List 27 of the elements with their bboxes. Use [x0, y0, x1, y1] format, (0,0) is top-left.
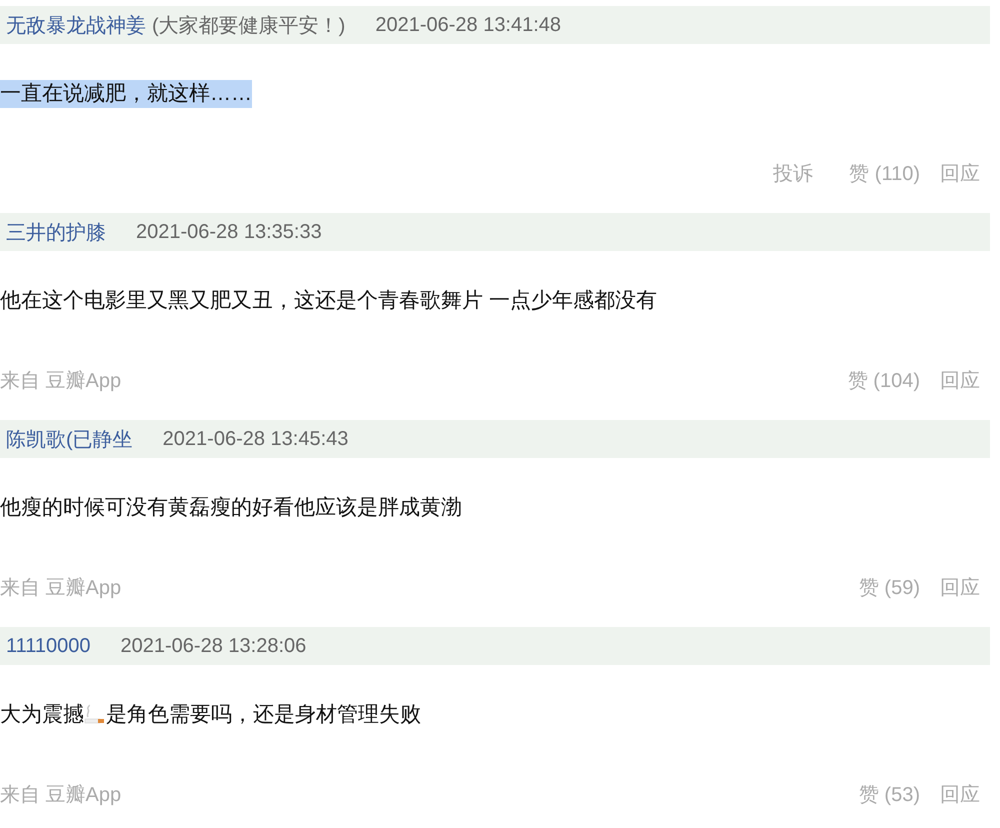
username-link[interactable]: 陈凯歌(已静坐	[6, 426, 133, 452]
comment-time: 2021-06-28 13:41:48	[375, 14, 562, 36]
comment-text: 大为震撼	[0, 702, 84, 728]
reply-link[interactable]: 回应	[940, 780, 980, 808]
report-link[interactable]: 投诉	[773, 160, 814, 186]
source-label: 来自 豆瓣App	[0, 782, 122, 808]
like-link[interactable]: 赞 (104)	[848, 366, 920, 394]
comment-time: 2021-06-28 13:45:43	[162, 428, 348, 450]
user-note: (大家都要健康平安！)	[152, 14, 346, 38]
comment-time: 2021-06-28 13:35:33	[136, 220, 322, 244]
comment-text: 他瘦的时候可没有黄磊瘦的好看他应该是胖成黄渤	[0, 495, 462, 521]
comment-text: 是角色需要吗，还是身材管理失败	[106, 702, 421, 728]
reply-link[interactable]: 回应	[940, 366, 980, 394]
username-link[interactable]: 11110000	[6, 634, 91, 658]
like-link[interactable]: 赞 (59)	[858, 574, 920, 600]
comment-time: 2021-06-28 13:28:06	[120, 634, 306, 658]
like-link[interactable]: 赞 (53)	[858, 780, 920, 808]
reply-link[interactable]: 回应	[940, 574, 980, 600]
cigarette-emoji-icon	[84, 704, 106, 726]
source-label: 来自 豆瓣App	[0, 576, 122, 600]
username-link[interactable]: 三井的护膝	[6, 218, 106, 246]
comment-text: 一直在说减肥，就这样……	[0, 80, 252, 108]
username-link[interactable]: 无敌暴龙战神姜	[6, 12, 146, 38]
comment-text: 他在这个电影里又黑又肥又丑，这还是个青春歌舞片 一点少年感都没有	[0, 288, 657, 314]
source-label: 来自 豆瓣App	[0, 368, 122, 394]
like-link[interactable]: 赞 (110)	[849, 160, 920, 186]
reply-link[interactable]: 回应	[940, 160, 980, 186]
